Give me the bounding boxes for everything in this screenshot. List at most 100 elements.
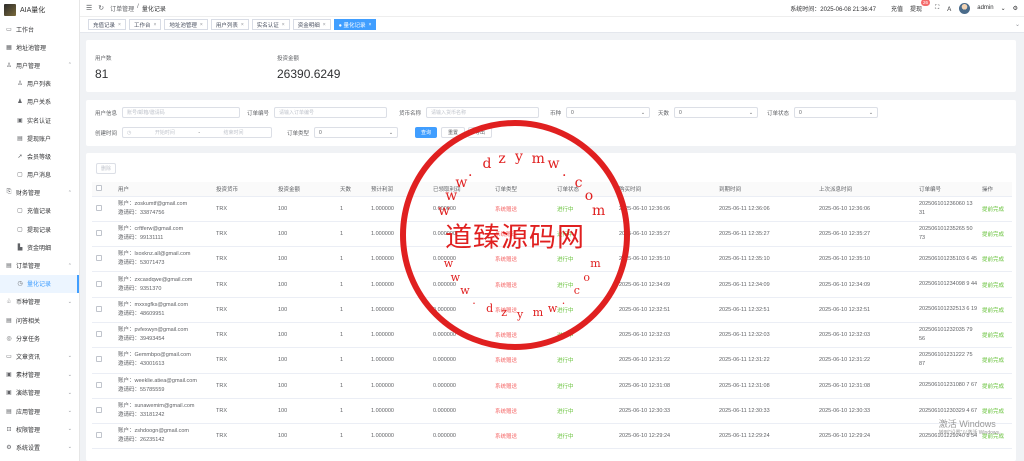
fullscreen-icon[interactable]: ⛶	[935, 5, 939, 12]
breadcrumb-parent[interactable]: 订单管理	[110, 4, 134, 13]
delete-button[interactable]: 删除	[96, 163, 116, 174]
sidebar-item-coin[interactable]: ♧ 币种管理 ⌄	[0, 293, 79, 311]
sidebar-item-user-list[interactable]: ♙ 用户列表	[0, 75, 79, 93]
app-logo[interactable]: AIA量化	[0, 0, 79, 20]
close-icon[interactable]: ×	[241, 22, 244, 28]
row-checkbox[interactable]	[96, 229, 102, 236]
order-type-select[interactable]: 0 ⌄	[314, 127, 399, 138]
tab-scroll-icon[interactable]: ⌄	[1015, 21, 1020, 28]
tab-label: 用户列表	[215, 22, 238, 29]
days-cell: 1	[336, 246, 367, 273]
sidebar-item-user[interactable]: ♙ 用户管理 ⌃	[0, 56, 79, 74]
row-checkbox[interactable]	[96, 204, 102, 211]
close-icon[interactable]: ×	[153, 22, 156, 28]
query-button[interactable]: 查询	[415, 127, 438, 138]
user-info-input[interactable]: 账号/邮箱/邀请码	[122, 107, 241, 118]
action-cell[interactable]: 提前完成	[978, 246, 1012, 273]
row-checkbox[interactable]	[96, 305, 102, 312]
sidebar-item-id-card[interactable]: ▣ 实名认证	[0, 111, 79, 129]
action-cell[interactable]: 提前完成	[978, 196, 1012, 222]
user-invite: 邀请码：9351370	[118, 285, 162, 292]
tab-item[interactable]: 用户列表 ×	[210, 19, 249, 30]
received-cell: 0.000000	[429, 423, 491, 450]
user-account: 账户：zxcasdqwe@gmail.com	[118, 276, 193, 283]
sidebar-item-drill[interactable]: ▣ 演练管理 ⌄	[0, 384, 79, 402]
sidebar-item-rocket[interactable]: ➚ 会员等级	[0, 147, 79, 165]
sidebar-item-qa[interactable]: ▤ 问答相关	[0, 311, 79, 329]
row-checkbox[interactable]	[96, 255, 102, 262]
sidebar-item-card[interactable]: ▤ 提现账户	[0, 129, 79, 147]
order-no-input[interactable]: 请输入订单编号	[274, 107, 388, 118]
sidebar-item-grid[interactable]: ▦ 地址池管理	[0, 38, 79, 56]
sidebar-item-article[interactable]: ▭ 文章资讯 ⌄	[0, 347, 79, 365]
close-icon[interactable]: ×	[323, 22, 326, 28]
breadcrumb-current: 量化记录	[141, 6, 166, 13]
filter-user-info-label: 用户信息	[95, 110, 118, 117]
action-cell[interactable]: 提前完成	[978, 347, 1012, 374]
sidebar-item-clock[interactable]: ◷ 量化记录	[0, 274, 79, 294]
admin-username[interactable]: admin	[977, 5, 993, 11]
close-icon[interactable]: ×	[118, 22, 121, 28]
last-cell: 2025-06-10 12:34:09	[815, 271, 915, 298]
sidebar-item-monitor[interactable]: ▭ 工作台	[0, 20, 79, 38]
export-button[interactable]: 导出	[468, 127, 493, 138]
row-checkbox[interactable]	[96, 356, 102, 363]
recharge-link[interactable]: 充值	[891, 4, 903, 13]
last-cell: 2025-06-10 12:29:24	[815, 423, 915, 450]
sidebar-item-funds[interactable]: ▙ 资金明细	[0, 238, 79, 256]
status-cell: 进行中	[553, 373, 615, 399]
gear-icon[interactable]: ⚙	[1013, 5, 1018, 12]
select-all-checkbox[interactable]	[96, 184, 102, 191]
lock-icon: ⊡	[6, 426, 12, 433]
action-cell[interactable]: 提前完成	[978, 297, 1012, 323]
order-status-select[interactable]: 0 ⌄	[794, 107, 879, 118]
coin-name-input[interactable]: 请输入货币名称	[426, 107, 540, 118]
sidebar-item-media[interactable]: ▣ 素材管理 ⌄	[0, 366, 79, 384]
refresh-icon[interactable]: ↻	[98, 4, 104, 12]
sidebar-item-message[interactable]: ▢ 用户消息	[0, 166, 79, 184]
action-cell[interactable]: 提前完成	[978, 373, 1012, 399]
action-cell[interactable]: 提前完成	[978, 221, 1012, 248]
sidebar-item-share[interactable]: ◎ 分享任务	[0, 329, 79, 347]
language-icon[interactable]: Ａ	[946, 4, 952, 13]
sidebar-item-withdraw[interactable]: ▢ 提现记录	[0, 220, 79, 238]
tab-item[interactable]: 地址池管理 ×	[164, 19, 208, 30]
withdraw-link[interactable]: 提现 26	[910, 0, 931, 13]
coin-cell: TRX	[212, 398, 274, 425]
sidebar-item-order[interactable]: ▤ 订单管理 ⌃	[0, 256, 79, 274]
date-range-picker[interactable]: ◷ 开始时间 - 结束时间	[122, 127, 273, 138]
tab-item[interactable]: 实名认证 ×	[251, 19, 290, 30]
avatar[interactable]	[959, 2, 971, 14]
sidebar-item-settings[interactable]: ⚙ 系统设置 ⌄	[0, 438, 79, 456]
sidebar-item-users[interactable]: ♟ 用户关系	[0, 93, 79, 111]
type-cell: 系统赠送	[491, 196, 553, 222]
sidebar-item-finance[interactable]: ⎘ 财务管理 ⌃	[0, 184, 79, 202]
reset-button[interactable]: 重置	[441, 127, 466, 138]
sidebar-item-lock[interactable]: ⊡ 权限管理 ⌄	[0, 420, 79, 438]
action-cell[interactable]: 提前完成	[978, 271, 1012, 298]
user-icon: ♙	[6, 62, 12, 69]
close-icon[interactable]: ×	[368, 22, 371, 28]
row-checkbox[interactable]	[96, 331, 102, 338]
buy-cell: 2025-06-10 12:34:09	[615, 271, 715, 298]
sidebar-item-deposit[interactable]: ▢ 充值记录	[0, 202, 79, 220]
row-checkbox[interactable]	[96, 280, 102, 287]
row-checkbox[interactable]	[96, 432, 102, 439]
currency-select[interactable]: 0 ⌄	[566, 107, 651, 118]
days-select[interactable]: 0 ⌄	[674, 107, 759, 118]
tab-item[interactable]: 工作台 ×	[128, 19, 162, 30]
row-checkbox[interactable]	[96, 407, 102, 414]
close-icon[interactable]: ×	[200, 22, 203, 28]
menu-toggle-icon[interactable]: ☰	[86, 4, 92, 12]
tab-item[interactable]: 充值记录 ×	[88, 19, 126, 30]
tab-item[interactable]: 资金明细 ×	[292, 19, 331, 30]
tab-item[interactable]: ● 量化记录 ×	[333, 19, 377, 30]
user-cell: 账户：lxoxknz.all@gmail.com 邀请码：53071473	[114, 246, 212, 273]
sidebar-item-label: 充值记录	[27, 209, 52, 216]
action-cell[interactable]: 提前完成	[978, 322, 1012, 349]
close-icon[interactable]: ×	[282, 22, 285, 28]
row-checkbox[interactable]	[96, 381, 102, 388]
chevron-down-icon[interactable]: ⌄	[1001, 5, 1006, 12]
sidebar-item-app[interactable]: ▤ 应用管理 ⌄	[0, 402, 79, 420]
days-cell: 1	[336, 373, 367, 399]
